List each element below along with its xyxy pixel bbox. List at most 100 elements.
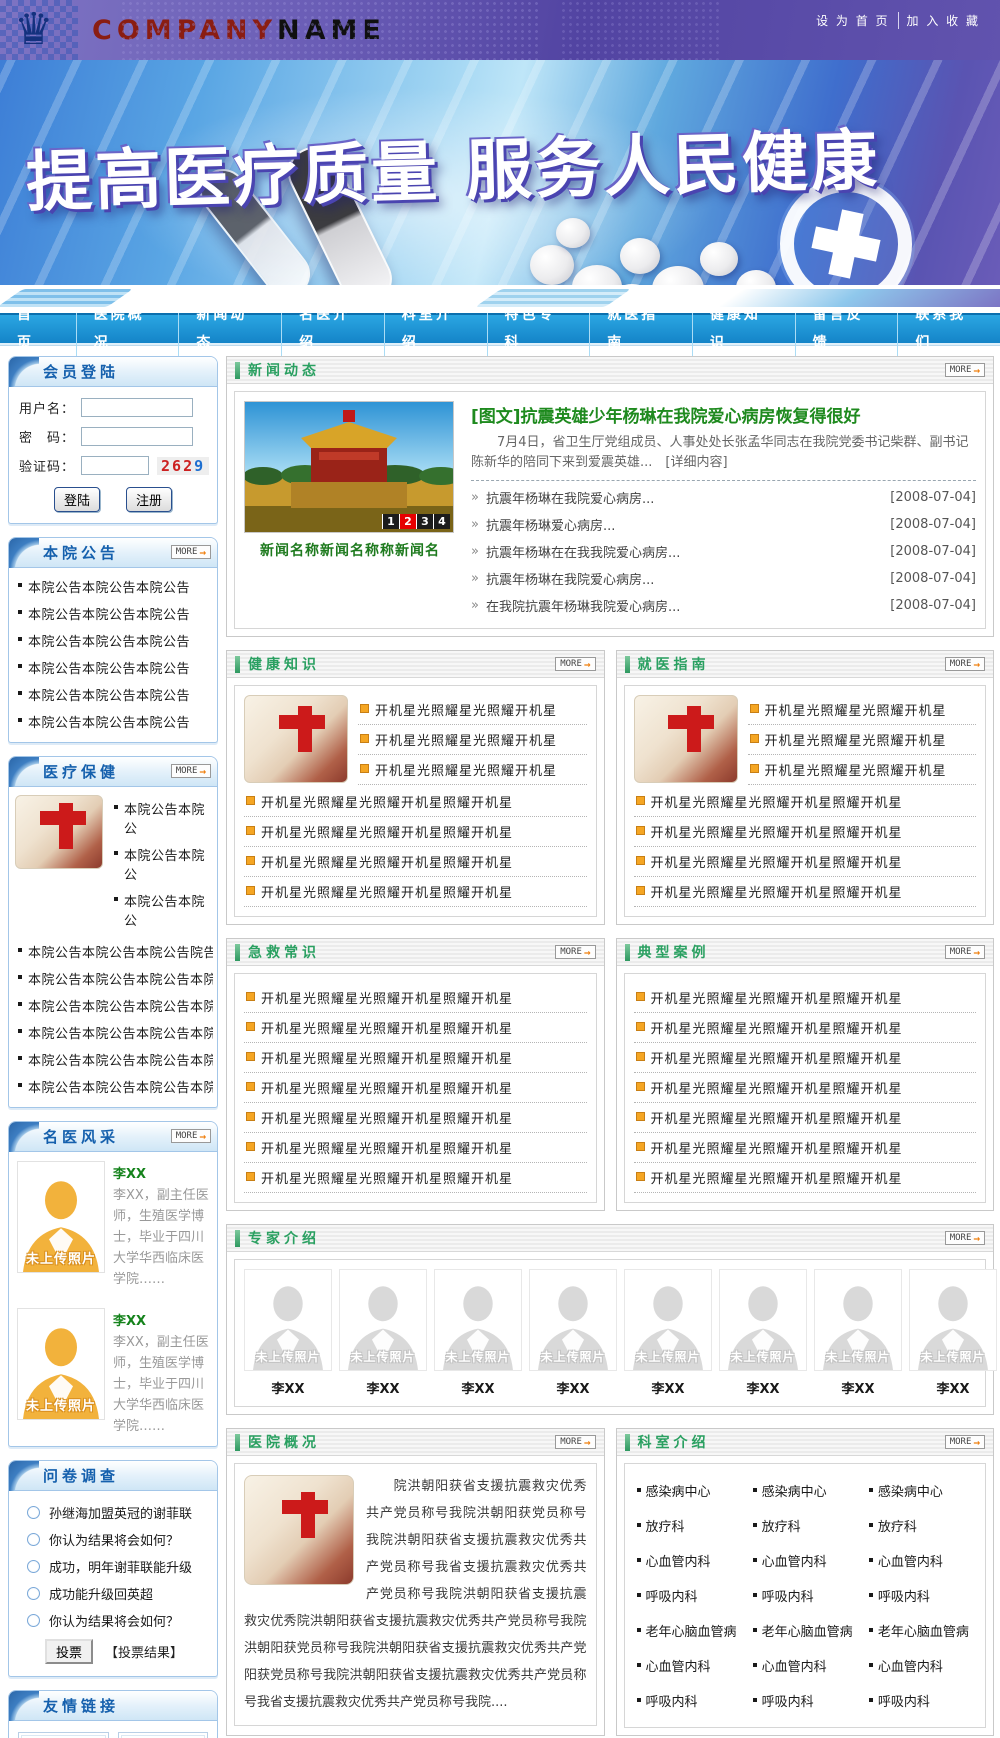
page-number[interactable]: 4: [433, 514, 450, 529]
friend-link[interactable]: LINK: [118, 1732, 209, 1738]
radio-icon[interactable]: [27, 1533, 40, 1546]
department-link[interactable]: 放疗科: [634, 1508, 744, 1543]
news-photo[interactable]: 1 2 3 4: [244, 401, 454, 533]
more-button[interactable]: MORE→: [555, 945, 595, 959]
doctor-name[interactable]: 李XX: [113, 1161, 209, 1182]
login-button[interactable]: 登陆: [54, 487, 100, 512]
more-button[interactable]: MORE→: [171, 764, 211, 778]
article-link[interactable]: 开机星光照耀星光照耀开机星照耀开机星: [634, 1133, 977, 1163]
article-link[interactable]: 开机星光照耀星光照耀开机星照耀开机星: [634, 1163, 977, 1193]
department-link[interactable]: 呼吸内科: [634, 1578, 744, 1613]
more-button[interactable]: MORE→: [555, 657, 595, 671]
healthcare-item[interactable]: 本院公告本院公告本院公告院告: [13, 938, 213, 965]
article-link[interactable]: 开机星光照耀星光照耀开机星: [748, 755, 977, 785]
survey-option[interactable]: 孙继海加盟英冠的谢菲联: [15, 1499, 211, 1526]
survey-option[interactable]: 你认为结果将会如何？: [15, 1607, 211, 1634]
more-button[interactable]: MORE→: [945, 1435, 985, 1449]
radio-icon[interactable]: [27, 1560, 40, 1573]
set-home-link[interactable]: 设 为 首 页: [808, 12, 897, 29]
article-link[interactable]: 开机星光照耀星光照耀开机星照耀开机星: [634, 847, 977, 877]
department-link[interactable]: 放疗科: [750, 1508, 860, 1543]
captcha-input[interactable]: [81, 456, 149, 475]
expert-card[interactable]: 未上传照片 李XX: [529, 1269, 617, 1397]
expert-card[interactable]: 未上传照片 李XX: [434, 1269, 522, 1397]
article-link[interactable]: 开机星光照耀星光照耀开机星: [358, 725, 587, 755]
article-link[interactable]: 开机星光照耀星光照耀开机星照耀开机星: [634, 1043, 977, 1073]
department-link[interactable]: 呼吸内科: [866, 1683, 976, 1718]
article-link[interactable]: 开机星光照耀星光照耀开机星照耀开机星: [634, 1013, 977, 1043]
survey-option[interactable]: 成功，明年谢菲联能升级: [15, 1553, 211, 1580]
page-number[interactable]: 1: [382, 514, 399, 529]
more-button[interactable]: MORE→: [171, 545, 211, 559]
add-favorite-link[interactable]: 加 入 收 藏: [898, 12, 988, 29]
department-link[interactable]: 呼吸内科: [750, 1578, 860, 1613]
news-list-item[interactable]: »抗震年杨琳在在我我院爱心病房...[2008-07-04]: [471, 538, 976, 565]
healthcare-item[interactable]: 本院公告本院公: [109, 795, 211, 841]
article-link[interactable]: 开机星光照耀星光照耀开机星照耀开机星: [244, 847, 587, 877]
page-number[interactable]: 3: [416, 514, 433, 529]
healthcare-item[interactable]: 本院公告本院公告本院公告本院: [13, 1046, 213, 1073]
department-link[interactable]: 呼吸内科: [750, 1683, 860, 1718]
article-link[interactable]: 开机星光照耀星光照耀开机星照耀开机星: [634, 1103, 977, 1133]
department-link[interactable]: 感染病中心: [866, 1473, 976, 1508]
page-number-active[interactable]: 2: [399, 514, 416, 529]
article-link[interactable]: 开机星光照耀星光照耀开机星照耀开机星: [634, 817, 977, 847]
article-link[interactable]: 开机星光照耀星光照耀开机星照耀开机星: [244, 787, 587, 817]
healthcare-item[interactable]: 本院公告本院公告本院公告本院: [13, 1019, 213, 1046]
friend-link[interactable]: LINK: [18, 1732, 109, 1738]
expert-card[interactable]: 未上传照片 李XX: [624, 1269, 712, 1397]
news-headline[interactable]: [图文]抗震英雄少年杨琳在我院爱心病房恢复得很好: [471, 402, 976, 427]
article-link[interactable]: 开机星光照耀星光照耀开机星照耀开机星: [244, 817, 587, 847]
expert-card[interactable]: 未上传照片 李XX: [339, 1269, 427, 1397]
radio-icon[interactable]: [27, 1587, 40, 1600]
radio-icon[interactable]: [27, 1506, 40, 1519]
notice-item[interactable]: 本院公告本院公告本院公告: [13, 681, 213, 708]
survey-option[interactable]: 成功能升级回英超: [15, 1580, 211, 1607]
more-button[interactable]: MORE→: [945, 945, 985, 959]
expert-card[interactable]: 未上传照片 李XX: [719, 1269, 807, 1397]
healthcare-item[interactable]: 本院公告本院公告本院公告本院: [13, 992, 213, 1019]
more-button[interactable]: MORE→: [945, 657, 985, 671]
department-link[interactable]: 心血管内科: [866, 1543, 976, 1578]
article-link[interactable]: 开机星光照耀星光照耀开机星照耀开机星: [244, 877, 587, 907]
healthcare-item[interactable]: 本院公告本院公: [109, 887, 211, 933]
notice-item[interactable]: 本院公告本院公告本院公告: [13, 573, 213, 600]
doctor-photo-placeholder[interactable]: 未上传照片: [17, 1308, 105, 1420]
vote-button[interactable]: 投票: [45, 1639, 93, 1664]
department-link[interactable]: 心血管内科: [634, 1543, 744, 1578]
department-link[interactable]: 心血管内科: [750, 1543, 860, 1578]
notice-item[interactable]: 本院公告本院公告本院公告: [13, 654, 213, 681]
article-link[interactable]: 开机星光照耀星光照耀开机星照耀开机星: [634, 1073, 977, 1103]
article-link[interactable]: 开机星光照耀星光照耀开机星照耀开机星: [244, 983, 587, 1013]
article-link[interactable]: 开机星光照耀星光照耀开机星照耀开机星: [244, 1073, 587, 1103]
article-link[interactable]: 开机星光照耀星光照耀开机星照耀开机星: [244, 1043, 587, 1073]
notice-item[interactable]: 本院公告本院公告本院公告: [13, 600, 213, 627]
doctor-photo-placeholder[interactable]: 未上传照片: [17, 1161, 105, 1273]
news-list-item[interactable]: »抗震年杨琳爱心病房...[2008-07-04]: [471, 511, 976, 538]
department-link[interactable]: 老年心脑血管病: [866, 1613, 976, 1648]
username-input[interactable]: [81, 398, 193, 417]
department-link[interactable]: 老年心脑血管病: [750, 1613, 860, 1648]
department-link[interactable]: 感染病中心: [750, 1473, 860, 1508]
healthcare-item[interactable]: 本院公告本院公告本院公告本院: [13, 965, 213, 992]
department-link[interactable]: 老年心脑血管病: [634, 1613, 744, 1648]
department-link[interactable]: 感染病中心: [634, 1473, 744, 1508]
healthcare-item[interactable]: 本院公告本院公告本院公告本院: [13, 1073, 213, 1100]
expert-card[interactable]: 未上传照片 李XX: [909, 1269, 997, 1397]
department-link[interactable]: 呼吸内科: [634, 1683, 744, 1718]
article-link[interactable]: 开机星光照耀星光照耀开机星照耀开机星: [244, 1013, 587, 1043]
article-link[interactable]: 开机星光照耀星光照耀开机星: [358, 695, 587, 725]
article-link[interactable]: 开机星光照耀星光照耀开机星照耀开机星: [244, 1103, 587, 1133]
password-input[interactable]: [81, 427, 193, 446]
news-list-item[interactable]: »抗震年杨琳在我院爱心病房...[2008-07-04]: [471, 484, 976, 511]
expert-card[interactable]: 未上传照片 李XX: [814, 1269, 902, 1397]
vote-result-link[interactable]: 【投票结果】: [105, 1642, 183, 1661]
notice-item[interactable]: 本院公告本院公告本院公告: [13, 708, 213, 735]
article-link[interactable]: 开机星光照耀星光照耀开机星: [748, 725, 977, 755]
news-list-item[interactable]: »抗震年杨琳在我院爱心病房...[2008-07-04]: [471, 565, 976, 592]
department-link[interactable]: 心血管内科: [750, 1648, 860, 1683]
survey-option[interactable]: 你认为结果将会如何？: [15, 1526, 211, 1553]
article-link[interactable]: 开机星光照耀星光照耀开机星照耀开机星: [634, 787, 977, 817]
more-button[interactable]: MORE→: [945, 363, 985, 377]
department-link[interactable]: 心血管内科: [634, 1648, 744, 1683]
